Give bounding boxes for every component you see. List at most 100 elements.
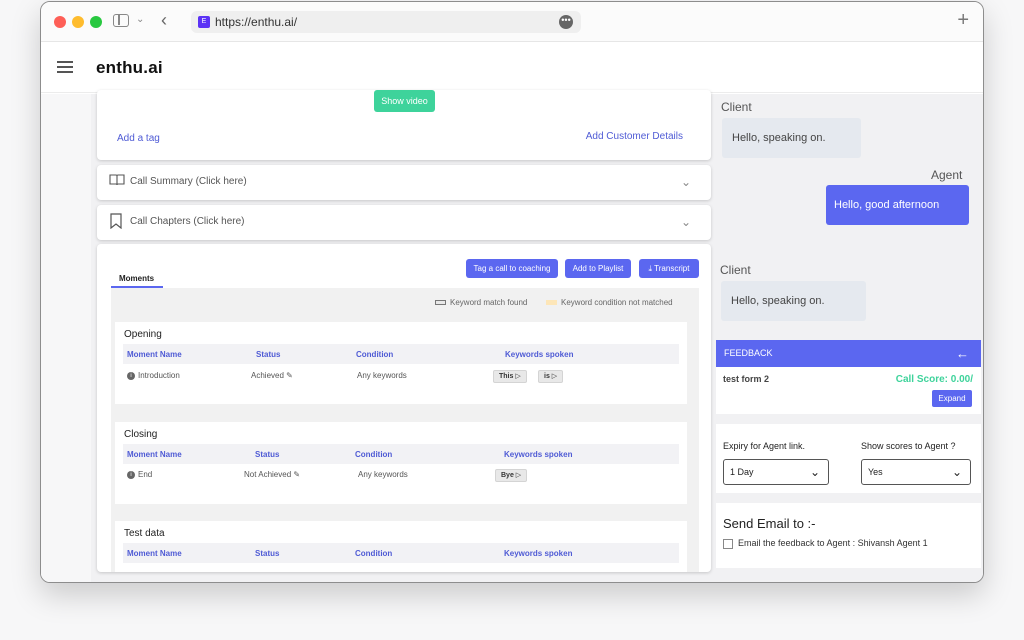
browser-toolbar: ⌄ ‹ E https://enthu.ai/ ••• + (41, 2, 983, 42)
chevron-down-icon[interactable]: ⌄ (681, 215, 691, 229)
col-moment-name: Moment Name (127, 450, 182, 459)
add-to-playlist-button[interactable]: Add to Playlist (565, 259, 631, 278)
moments-body: Keyword match found Keyword condition no… (111, 288, 699, 572)
moment-section-test-data: Test data Moment Name Status Condition K… (115, 521, 687, 572)
play-icon: ▷ (551, 373, 558, 380)
info-icon[interactable]: i (127, 470, 135, 479)
show-video-button[interactable]: Show video (374, 90, 435, 112)
book-icon (109, 174, 125, 189)
screen: ⌄ ‹ E https://enthu.ai/ ••• + enthu.ai S… (0, 0, 1024, 640)
minimize-window-button[interactable] (72, 16, 84, 28)
legend-keyword-not-matched: Keyword condition not matched (546, 298, 673, 307)
divider (716, 493, 981, 503)
email-feedback-label: Email the feedback to Agent : Shivansh A… (738, 538, 928, 548)
moment-status: Achieved ✎ (251, 371, 293, 380)
chevron-down-icon[interactable]: ⌄ (681, 175, 691, 189)
moments-card: Tag a call to coaching Add to Playlist ⤓… (97, 244, 711, 572)
transcript-button[interactable]: ⤓ Transcript (639, 259, 699, 278)
moment-status-text: Not Achieved (244, 470, 292, 479)
section-title: Test data (124, 528, 165, 539)
chevron-down-icon[interactable]: ⌄ (136, 14, 144, 25)
table-header: Moment Name Status Condition Keywords sp… (123, 543, 679, 563)
play-icon: ▷ (515, 373, 521, 380)
tab-moments[interactable]: Moments (111, 274, 163, 288)
arrow-left-icon[interactable]: ← (956, 340, 969, 367)
col-moment-name: Moment Name (127, 350, 182, 359)
section-title: Opening (124, 329, 162, 340)
keyword-chip[interactable]: is ▷ (538, 370, 564, 383)
col-keywords: Keywords spoken (505, 350, 574, 359)
main-content: Show video Add a tag Add Customer Detail… (41, 90, 983, 582)
keyword-chip[interactable]: This ▷ (493, 370, 527, 383)
call-actions-card: Show video Add a tag Add Customer Detail… (97, 90, 711, 160)
legend-found-label: Keyword match found (450, 298, 528, 307)
edit-pencil-icon[interactable]: ✎ (286, 371, 293, 380)
feedback-form-name: test form 2 (723, 374, 770, 384)
show-scores-label: Show scores to Agent ? (861, 441, 956, 451)
maximize-window-button[interactable] (90, 16, 102, 28)
add-customer-details-link[interactable]: Add Customer Details (586, 131, 683, 142)
keyword-chip[interactable]: Bye ▷ (495, 469, 528, 482)
more-options-icon[interactable]: ••• (559, 15, 573, 29)
edit-pencil-icon[interactable]: ✎ (293, 470, 300, 479)
moment-condition: Any keywords (357, 371, 407, 380)
table-header: Moment Name Status Condition Keywords sp… (123, 344, 679, 364)
moment-status: Not Achieved ✎ (244, 470, 300, 479)
moment-section-opening: Opening Moment Name Status Condition Key… (115, 322, 687, 404)
address-bar[interactable]: E https://enthu.ai/ ••• (191, 11, 581, 33)
info-icon[interactable]: i (127, 371, 135, 380)
moment-name: i End (127, 470, 152, 479)
col-condition: Condition (355, 450, 393, 459)
call-chapters-label: Call Chapters (Click here) (130, 216, 245, 227)
moment-name: i Introduction (127, 371, 180, 380)
keyword-text: is (544, 373, 550, 380)
transcript-label: Transcript (654, 264, 690, 273)
col-keywords: Keywords spoken (504, 450, 573, 459)
chevron-down-icon: ⌄ (951, 465, 962, 479)
client-message: Hello, speaking on. (722, 118, 861, 158)
legend-not-matched-label: Keyword condition not matched (561, 298, 673, 307)
moment-section-closing: Closing Moment Name Status Condition Key… (115, 422, 687, 504)
moment-condition: Any keywords (358, 470, 408, 479)
email-feedback-checkbox[interactable] (723, 539, 733, 549)
app-header: enthu.ai (41, 43, 983, 93)
col-moment-name: Moment Name (127, 549, 182, 558)
new-tab-icon[interactable]: + (957, 9, 969, 32)
show-scores-select[interactable]: Yes ⌄ (861, 459, 971, 485)
col-status: Status (255, 450, 280, 459)
keyword-text: This (499, 373, 514, 380)
expand-button[interactable]: Expand (932, 390, 972, 407)
hamburger-menu-icon[interactable] (57, 61, 73, 73)
call-summary-label: Call Summary (Click here) (130, 176, 247, 187)
moment-name-text: End (138, 470, 153, 479)
moment-name-text: Introduction (138, 371, 180, 380)
col-status: Status (255, 549, 280, 558)
send-email-title: Send Email to :- (723, 516, 816, 531)
back-arrow-icon[interactable]: ‹ (161, 10, 167, 31)
col-condition: Condition (355, 549, 393, 558)
feedback-title: FEEDBACK (724, 348, 773, 358)
feedback-panel: FEEDBACK ← test form 2 Call Score: 0.00/… (716, 340, 981, 568)
sidebar-toggle-icon[interactable] (113, 14, 129, 27)
brand-logo[interactable]: enthu.ai (96, 58, 163, 78)
legend-keyword-found: Keyword match found (435, 298, 527, 307)
add-tag-link[interactable]: Add a tag (117, 133, 160, 144)
expiry-select[interactable]: 1 Day ⌄ (723, 459, 829, 485)
tag-call-coaching-button[interactable]: Tag a call to coaching (466, 259, 558, 278)
call-summary-accordion[interactable]: Call Summary (Click here) ⌄ (97, 165, 711, 200)
client-label: Client (720, 263, 751, 277)
col-keywords: Keywords spoken (504, 549, 573, 558)
chevron-down-icon: ⌄ (809, 465, 820, 479)
bookmark-icon (109, 213, 123, 232)
expiry-label: Expiry for Agent link. (723, 441, 806, 451)
feedback-header: FEEDBACK ← (716, 340, 981, 367)
close-window-button[interactable] (54, 16, 66, 28)
agent-label: Agent (931, 168, 963, 182)
table-header: Moment Name Status Condition Keywords sp… (123, 444, 679, 464)
call-chapters-accordion[interactable]: Call Chapters (Click here) ⌄ (97, 205, 711, 240)
moment-status-text: Achieved (251, 371, 284, 380)
show-scores-value: Yes (868, 467, 883, 477)
divider (716, 414, 981, 424)
section-title: Closing (124, 429, 158, 440)
left-gutter (41, 94, 91, 582)
